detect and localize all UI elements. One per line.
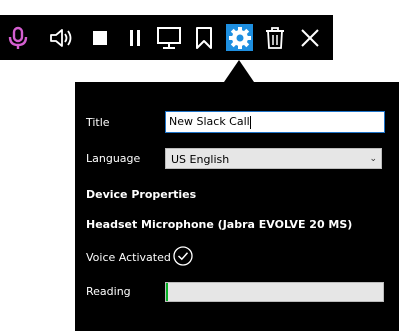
stop-button[interactable] (86, 24, 113, 51)
language-select[interactable]: US English ⌄ (165, 148, 382, 169)
bookmark-button[interactable] (190, 24, 217, 51)
delete-button[interactable] (261, 24, 288, 51)
voice-activated-toggle[interactable] (173, 246, 193, 266)
reading-meter (165, 282, 384, 302)
device-properties-heading: Device Properties (86, 188, 197, 201)
chevron-down-icon: ⌄ (369, 154, 377, 164)
close-button[interactable] (296, 24, 323, 51)
language-label: Language (86, 152, 141, 165)
close-icon (300, 28, 319, 47)
text-caret (249, 115, 251, 129)
recording-toolbar (0, 15, 333, 60)
settings-panel: Title New Slack Call Language US English… (75, 82, 399, 331)
title-value: New Slack Call (169, 115, 250, 128)
trash-icon (265, 26, 284, 49)
monitor-icon (156, 26, 181, 49)
stop-icon (92, 30, 107, 45)
title-label: Title (86, 116, 110, 129)
pause-button[interactable] (121, 24, 148, 51)
bookmark-icon (195, 26, 212, 49)
title-input[interactable]: New Slack Call (165, 111, 385, 133)
pause-icon (129, 29, 140, 46)
voice-activated-label: Voice Activated (86, 251, 171, 264)
screen-button[interactable] (155, 24, 182, 51)
language-value: US English (171, 153, 230, 166)
microphone-icon (8, 26, 27, 49)
speaker-icon (49, 28, 71, 47)
device-name: Headset Microphone (Jabra EVOLVE 20 MS) (86, 218, 353, 231)
settings-icon (228, 26, 251, 49)
microphone-button[interactable] (4, 24, 31, 51)
settings-button[interactable] (226, 24, 253, 51)
popover-pointer (224, 60, 254, 82)
reading-meter-fill (166, 283, 169, 301)
speaker-button[interactable] (48, 24, 75, 51)
reading-label: Reading (86, 285, 131, 298)
